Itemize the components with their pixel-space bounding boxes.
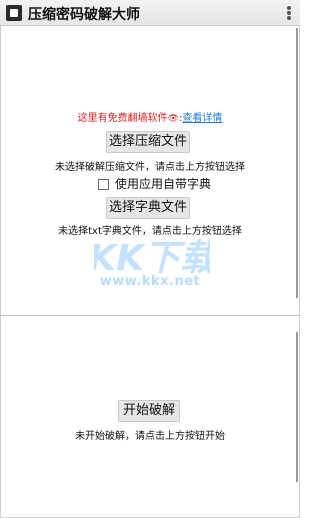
watermark-logo: KK下载 (94, 238, 210, 278)
overflow-menu-icon[interactable] (286, 5, 292, 21)
crack-status: 未开始破解，请点击上方按钮开始 (75, 431, 225, 442)
app-title-bar: 压缩密码破解大师 (0, 0, 300, 26)
promo-text: 这里有免费翻墙软件 (77, 113, 168, 124)
watermark-url: www.kkx.net (99, 274, 201, 289)
promo-line: 这里有免费翻墙软件👁:查看详情 (0, 109, 300, 124)
use-builtin-dictionary-label: 使用应用自带字典 (115, 177, 212, 191)
scrollbar-top[interactable] (296, 28, 298, 298)
start-crack-button[interactable]: 开始破解 (118, 400, 180, 422)
scrollbar-bottom[interactable] (296, 332, 298, 482)
eye-icon: 👁 (167, 114, 180, 124)
select-archive-button[interactable]: 选择压缩文件 (106, 131, 190, 153)
app-icon (6, 5, 22, 21)
app-title: 压缩密码破解大师 (28, 7, 140, 23)
archive-status: 未选择破解压缩文件，请点击上方按钮选择 (55, 162, 245, 173)
select-dictionary-button[interactable]: 选择字典文件 (106, 197, 190, 219)
promo-details-link[interactable]: 查看详情 (182, 113, 222, 124)
section-divider (0, 315, 300, 316)
checkbox-icon[interactable] (98, 179, 109, 190)
watermark-logo-text: KK下载 (94, 238, 210, 278)
use-builtin-dictionary-checkbox[interactable]: 使用应用自带字典 (98, 175, 211, 192)
